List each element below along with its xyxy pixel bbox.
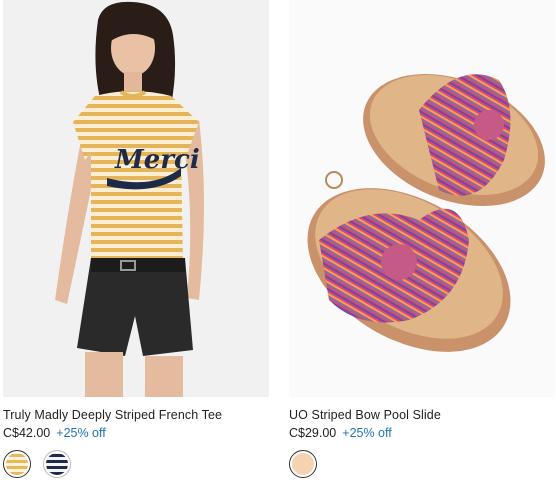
product-price: C$29.00 — [289, 426, 337, 440]
swatch-tan[interactable] — [289, 450, 317, 478]
price-row: C$29.00 +25% off — [289, 426, 392, 440]
product-price: C$42.00 — [3, 426, 51, 440]
promo-badge: +25% off — [56, 426, 106, 440]
product-title[interactable]: UO Striped Bow Pool Slide — [289, 408, 441, 422]
shirt-print-text: Merci — [114, 145, 200, 175]
swatch-navy-stripe[interactable] — [43, 450, 71, 478]
promo-badge: +25% off — [342, 426, 392, 440]
swatch-yellow-stripe[interactable] — [3, 450, 31, 478]
product-card-slide[interactable]: UO Striped Bow Pool Slide C$29.00 +25% of… — [289, 0, 555, 478]
tee-photo: Merci — [3, 0, 269, 397]
product-card-tee[interactable]: Merci Truly Madly Deeply Striped French … — [3, 0, 269, 478]
color-swatches — [289, 450, 317, 478]
price-row: C$42.00 +25% off — [3, 426, 106, 440]
product-title[interactable]: Truly Madly Deeply Striped French Tee — [3, 408, 222, 422]
color-swatches — [3, 450, 71, 478]
product-image-tee[interactable]: Merci — [3, 0, 269, 397]
slide-photo — [289, 0, 555, 397]
product-image-slide[interactable] — [289, 0, 555, 397]
